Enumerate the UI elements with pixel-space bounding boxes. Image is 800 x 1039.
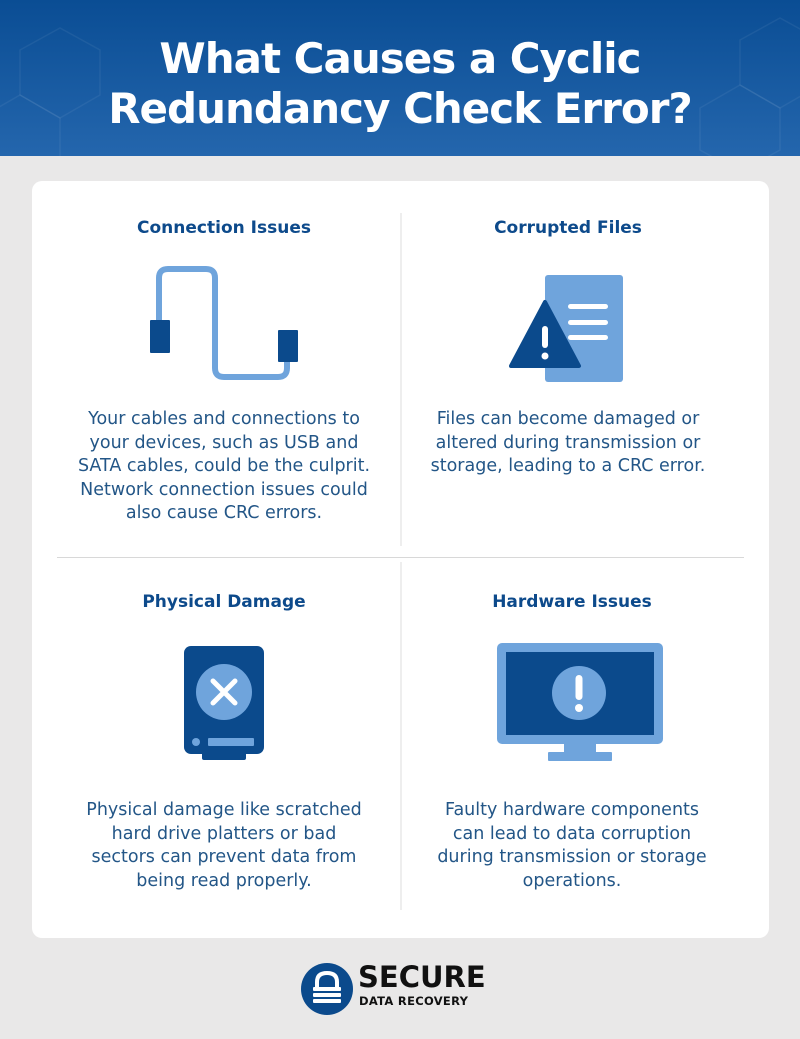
damaged-hard-drive-icon [184, 646, 264, 760]
brand-name: SECURE [358, 960, 486, 994]
corrupted-file-warning-icon [509, 275, 623, 382]
cause-heading: Connection Issues [137, 218, 311, 238]
horizontal-divider [57, 557, 744, 558]
cause-hardware-issues: Hardware Issues [402, 591, 742, 613]
cause-heading: Physical Damage [142, 592, 306, 612]
cause-description-block: Files can become damaged or altered duri… [398, 408, 738, 479]
cause-heading: Corrupted Files [494, 218, 642, 238]
cause-description: Physical damage like scratched hard driv… [86, 800, 362, 891]
cause-description: Files can become damaged or altered duri… [430, 409, 706, 476]
brand-tagline: DATA RECOVERY [359, 994, 469, 1008]
cause-connection-issues: Connection Issues [54, 217, 394, 239]
header-banner: What Causes a Cyclic Redundancy Check Er… [0, 0, 800, 156]
cause-heading: Hardware Issues [492, 592, 652, 612]
title-line-1: What Causes a Cyclic [159, 34, 641, 83]
cause-description-block: Faulty hardware components can lead to d… [402, 799, 742, 893]
monitor-alert-icon [497, 643, 663, 761]
padlock-icon [301, 963, 353, 1015]
cause-description-block: Physical damage like scratched hard driv… [54, 799, 394, 893]
title-line-2: Redundancy Check Error? [108, 84, 693, 133]
cause-corrupted-files: Corrupted Files [398, 217, 738, 239]
cause-description: Faulty hardware components can lead to d… [437, 800, 707, 891]
page-title: What Causes a Cyclic Redundancy Check Er… [0, 34, 800, 134]
cause-physical-damage: Physical Damage [54, 591, 394, 613]
cable-icon [150, 266, 298, 380]
cause-description-block: Your cables and connections to your devi… [54, 408, 394, 526]
cause-description: Your cables and connections to your devi… [77, 409, 371, 523]
vertical-divider-top [400, 213, 402, 546]
